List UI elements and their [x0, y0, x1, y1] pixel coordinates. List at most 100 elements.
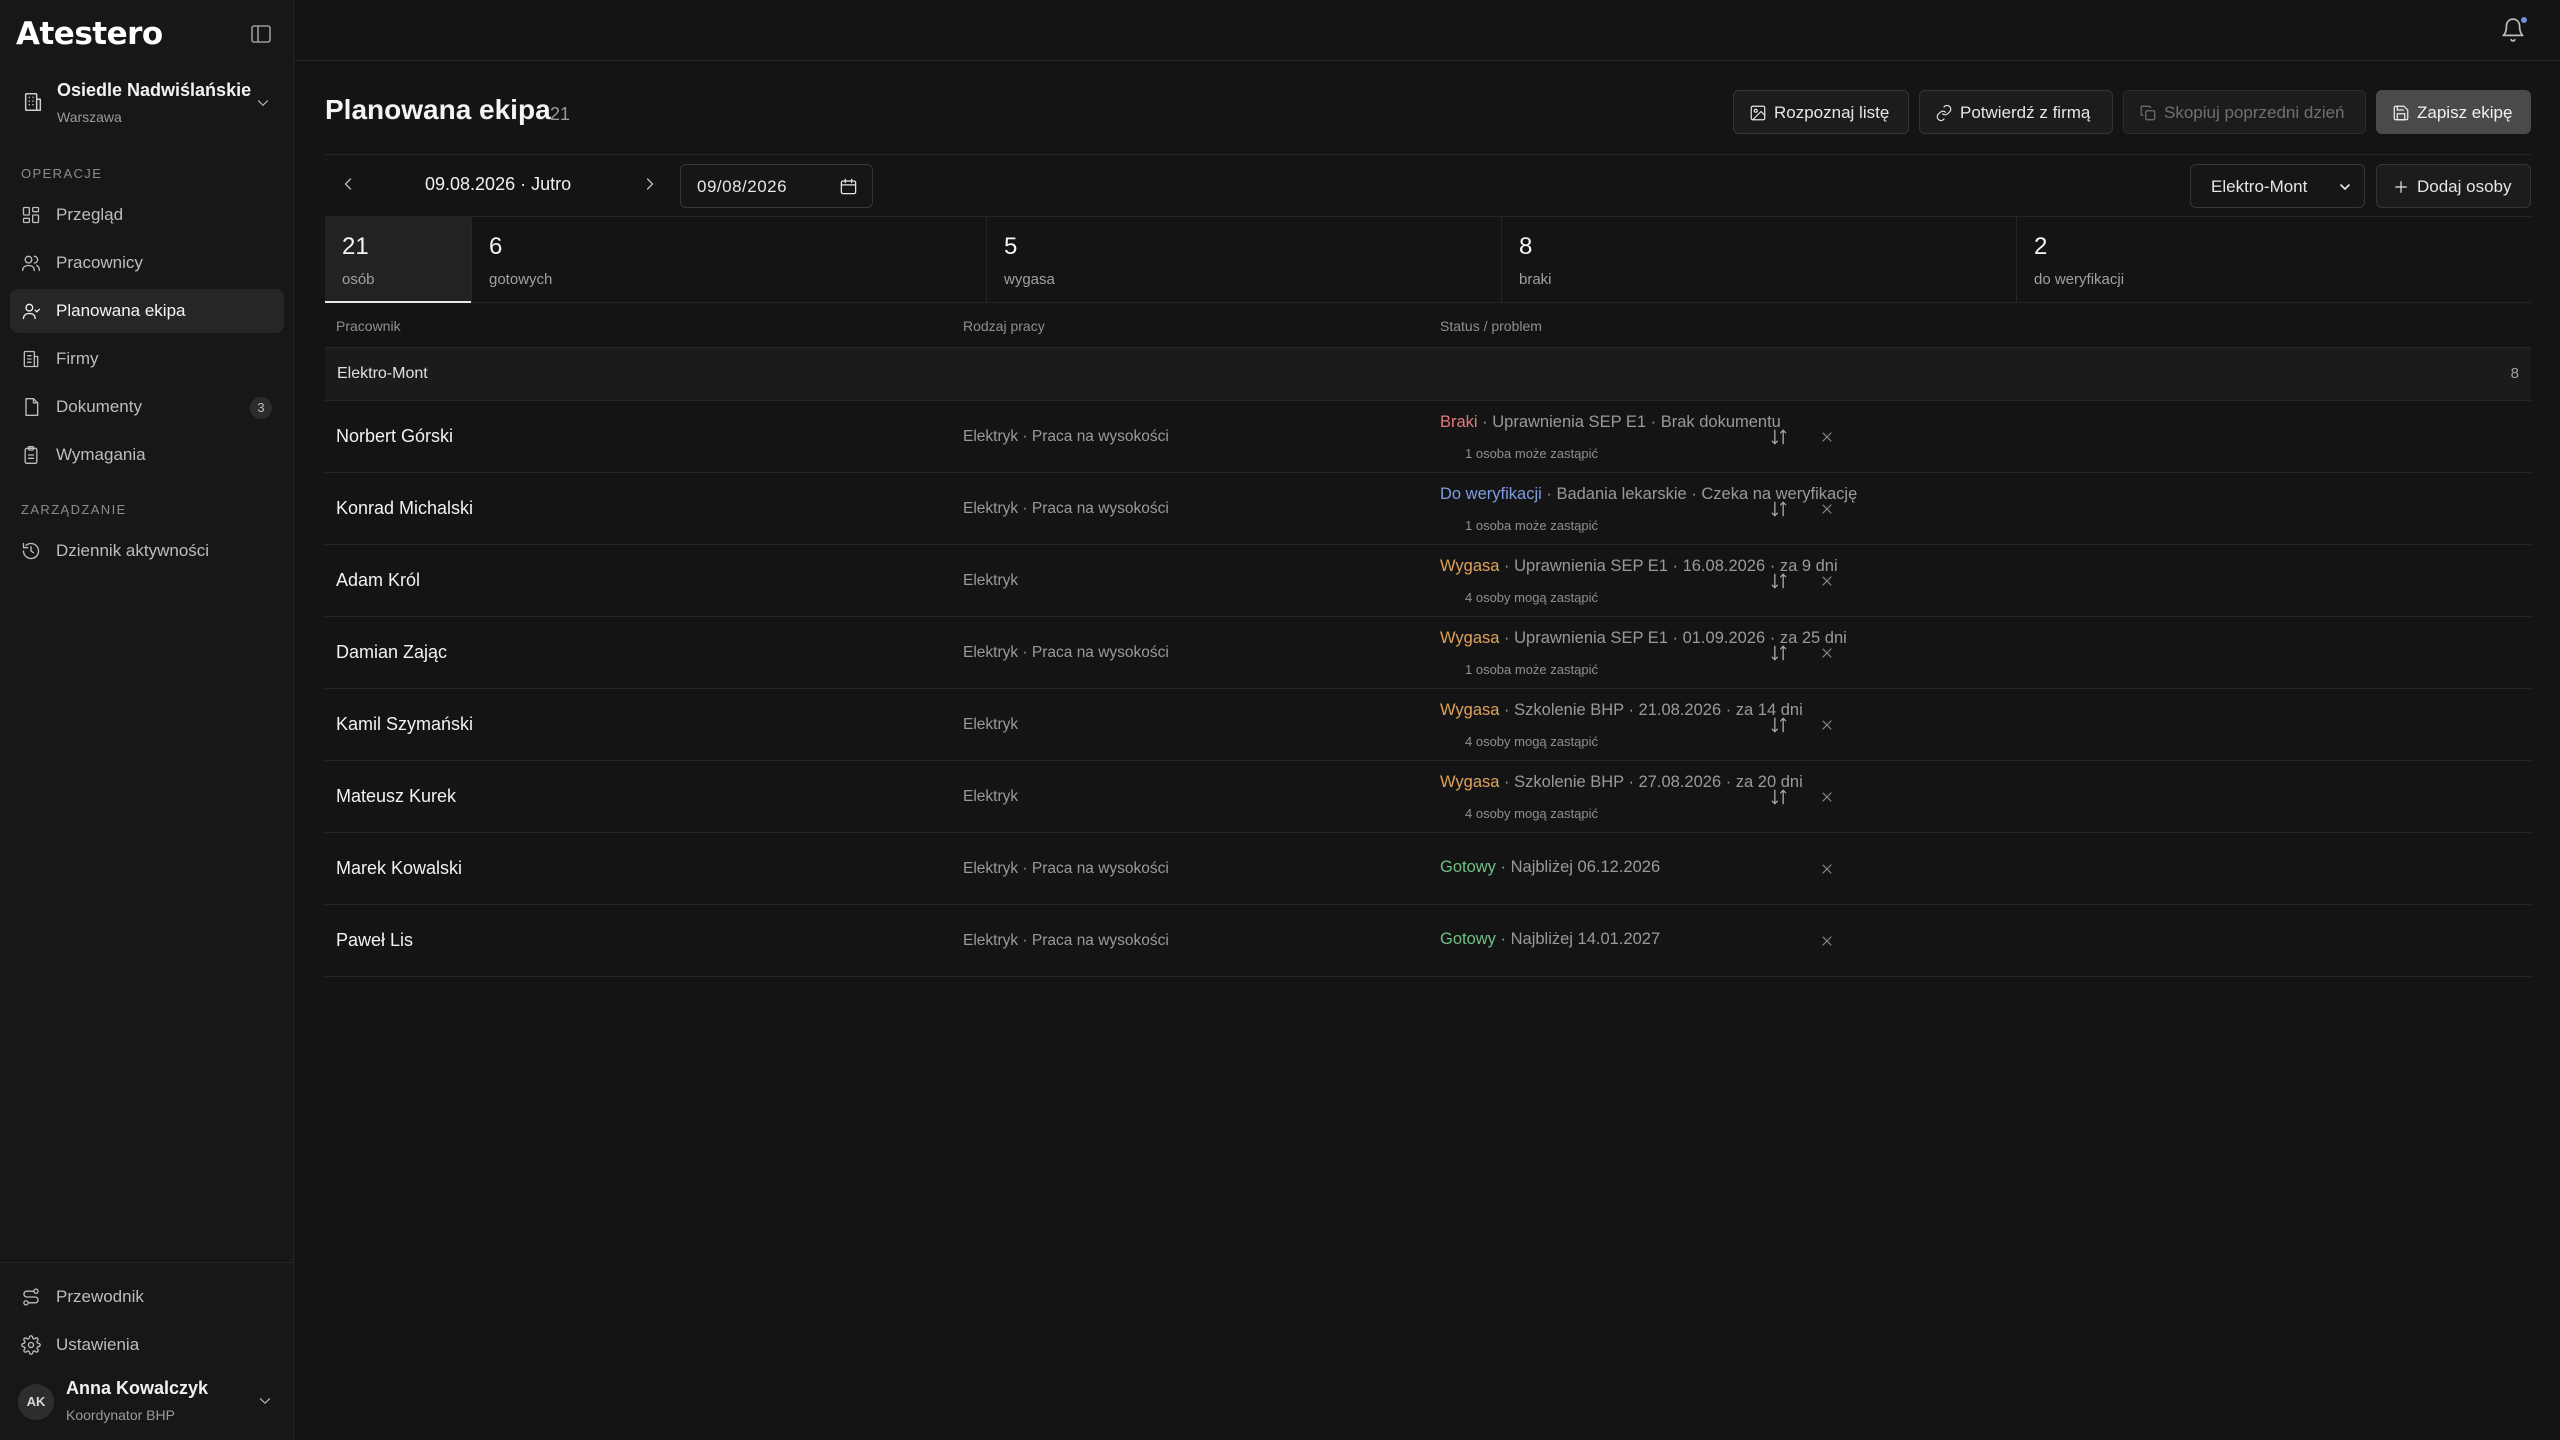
remove-icon[interactable]	[1819, 645, 1835, 661]
swap-icon[interactable]	[1769, 643, 1789, 663]
table-row[interactable]: Mateusz Kurek Elektryk Wygasa · Szkolenie …	[325, 761, 2531, 833]
sidebar-item-activity-log[interactable]: Dziennik aktywności	[10, 529, 284, 573]
swap-icon[interactable]	[1769, 427, 1789, 447]
table-row[interactable]: Konrad Michalski Elektryk · Praca na wyso…	[325, 473, 2531, 545]
swap-icon[interactable]	[1769, 787, 1789, 807]
status-badge[interactable]: Gotowy	[1440, 858, 1496, 876]
button-label: Skopiuj poprzedni dzień	[2164, 103, 2345, 122]
sidebar-item-settings[interactable]: Ustawienia	[10, 1323, 284, 1367]
sidebar-toggle-icon[interactable]	[249, 22, 273, 46]
worker-name[interactable]: Kamil Szymański	[336, 714, 473, 735]
building-icon	[21, 349, 41, 369]
button-label: Rozpoznaj listę	[1774, 103, 1890, 122]
remove-icon[interactable]	[1819, 717, 1835, 733]
copy-previous-day-button[interactable]: Skopiuj poprzedni dzień	[2123, 90, 2366, 134]
stat-value: 5	[1004, 233, 1018, 260]
sidebar-item-label: Ustawienia	[56, 1335, 140, 1354]
swap-icon[interactable]	[1769, 499, 1789, 519]
table-row[interactable]: Marek Kowalski Elektryk · Praca na wysoko…	[325, 833, 2531, 905]
sidebar-item-requirements[interactable]: Wymagania	[10, 433, 284, 477]
sidebar-item-label: Dokumenty	[56, 397, 142, 416]
chevron-down-icon	[2337, 179, 2353, 195]
table-row[interactable]: Kamil Szymański Elektryk Wygasa · Szkoleni…	[325, 689, 2531, 761]
table-row[interactable]: Adam Król Elektryk Wygasa · Uprawnienia SE…	[325, 545, 2531, 617]
sidebar-item-guide[interactable]: Przewodnik	[10, 1275, 284, 1319]
replacement-hint[interactable]: 4 osoby mogą zastąpić	[1465, 734, 1598, 749]
section-label-management: ZARZĄDZANIE	[21, 502, 127, 517]
users-icon	[21, 253, 41, 273]
status-detail: · Uprawnienia SEP E1 · 01.09.2026 · za 2…	[1499, 629, 1847, 647]
remove-icon[interactable]	[1819, 501, 1835, 517]
user-role: Koordynator BHP	[66, 1407, 175, 1423]
save-crew-button[interactable]: Zapisz ekipę	[2376, 90, 2531, 134]
stat-missing[interactable]: 8 braki	[1502, 217, 2016, 303]
add-people-button[interactable]: Dodaj osoby	[2376, 164, 2531, 208]
table-row[interactable]: Paweł Lis Elektryk · Praca na wysokości Go…	[325, 905, 2531, 977]
swap-icon[interactable]	[1769, 571, 1789, 591]
stat-to-verify[interactable]: 2 do weryfikacji	[2017, 217, 2531, 303]
table-row[interactable]: Damian Zając Elektryk · Praca na wysokośc…	[325, 617, 2531, 689]
date-input[interactable]: 09/08/2026	[680, 164, 873, 208]
status-detail: · Badania lekarskie · Czeka na weryfikac…	[1541, 485, 1858, 503]
worker-name[interactable]: Norbert Górski	[336, 426, 453, 447]
sidebar-item-overview[interactable]: Przegląd	[10, 193, 284, 237]
stat-ready[interactable]: 6 gotowych	[472, 217, 986, 303]
status-badge[interactable]: Wygasa	[1440, 629, 1499, 647]
swap-icon[interactable]	[1769, 715, 1789, 735]
sidebar-item-workers[interactable]: Pracownicy	[10, 241, 284, 285]
chevron-down-icon	[254, 94, 272, 112]
confirm-with-company-button[interactable]: Potwierdź z firmą	[1919, 90, 2113, 134]
gear-icon	[21, 1335, 41, 1355]
remove-icon[interactable]	[1819, 429, 1835, 445]
sidebar-item-companies[interactable]: Firmy	[10, 337, 284, 381]
remove-icon[interactable]	[1819, 573, 1835, 589]
sidebar-item-planned-crew[interactable]: Planowana ekipa	[10, 289, 284, 333]
selected-date-label: 09.08.2026 · Jutro	[425, 174, 572, 194]
status-detail: · Uprawnienia SEP E1 · Brak dokumentu	[1477, 413, 1781, 431]
status-cell: Gotowy · Najbliżej 14.01.2027	[1440, 930, 1660, 949]
stat-value: 2	[2034, 233, 2048, 260]
chevron-left-icon[interactable]	[338, 174, 358, 194]
replacement-hint[interactable]: 1 osoba może zastąpić	[1465, 518, 1598, 533]
status-badge[interactable]: Do weryfikacji	[1440, 485, 1542, 503]
status-cell: Braki · Uprawnienia SEP E1 · Brak dokume…	[1440, 413, 1781, 432]
worker-name[interactable]: Adam Król	[336, 570, 420, 591]
worker-name[interactable]: Damian Zając	[336, 642, 447, 663]
chevron-down-icon[interactable]	[256, 1392, 274, 1410]
org-city: Warszawa	[57, 109, 122, 125]
remove-icon[interactable]	[1819, 789, 1835, 805]
company-select[interactable]: Elektro-Mont	[2190, 164, 2365, 208]
replacement-hint[interactable]: 4 osoby mogą zastąpić	[1465, 806, 1598, 821]
sidebar-item-documents[interactable]: Dokumenty 3	[10, 385, 284, 429]
table-row[interactable]: Norbert Górski Elektryk · Praca na wysoko…	[325, 401, 2531, 473]
status-badge[interactable]: Wygasa	[1440, 773, 1499, 791]
button-label: Potwierdź z firmą	[1960, 103, 2091, 122]
top-bar	[295, 0, 2560, 61]
status-cell: Gotowy · Najbliżej 06.12.2026	[1440, 858, 1660, 877]
org-switcher[interactable]: Osiedle Nadwiślańskie Warszawa	[10, 68, 284, 138]
status-badge[interactable]: Gotowy	[1440, 930, 1496, 948]
stat-total[interactable]: 21 osób	[325, 217, 471, 303]
work-type: Elektryk	[963, 572, 1019, 589]
stat-expiring[interactable]: 5 wygasa	[987, 217, 1501, 303]
recognize-list-button[interactable]: Rozpoznaj listę	[1733, 90, 1909, 134]
remove-icon[interactable]	[1819, 861, 1835, 877]
worker-name[interactable]: Mateusz Kurek	[336, 786, 456, 807]
status-badge[interactable]: Wygasa	[1440, 557, 1499, 575]
status-badge[interactable]: Wygasa	[1440, 701, 1499, 719]
column-header-worker: Pracownik	[336, 318, 401, 334]
company-group-header[interactable]: Elektro-Mont 8	[325, 347, 2531, 401]
app-logo[interactable]: Atestero	[16, 16, 163, 52]
chevron-right-icon[interactable]	[640, 174, 660, 194]
status-badge[interactable]: Braki	[1440, 413, 1478, 431]
remove-icon[interactable]	[1819, 933, 1835, 949]
stat-label: gotowych	[489, 271, 553, 288]
replacement-hint[interactable]: 4 osoby mogą zastąpić	[1465, 590, 1598, 605]
replacement-hint[interactable]: 1 osoba może zastąpić	[1465, 446, 1598, 461]
worker-name[interactable]: Konrad Michalski	[336, 498, 473, 519]
worker-name[interactable]: Paweł Lis	[336, 930, 413, 951]
work-type: Elektryk · Praca na wysokości	[963, 500, 1169, 517]
replacement-hint[interactable]: 1 osoba może zastąpić	[1465, 662, 1598, 677]
worker-name[interactable]: Marek Kowalski	[336, 858, 462, 879]
calendar-icon[interactable]	[839, 177, 858, 196]
